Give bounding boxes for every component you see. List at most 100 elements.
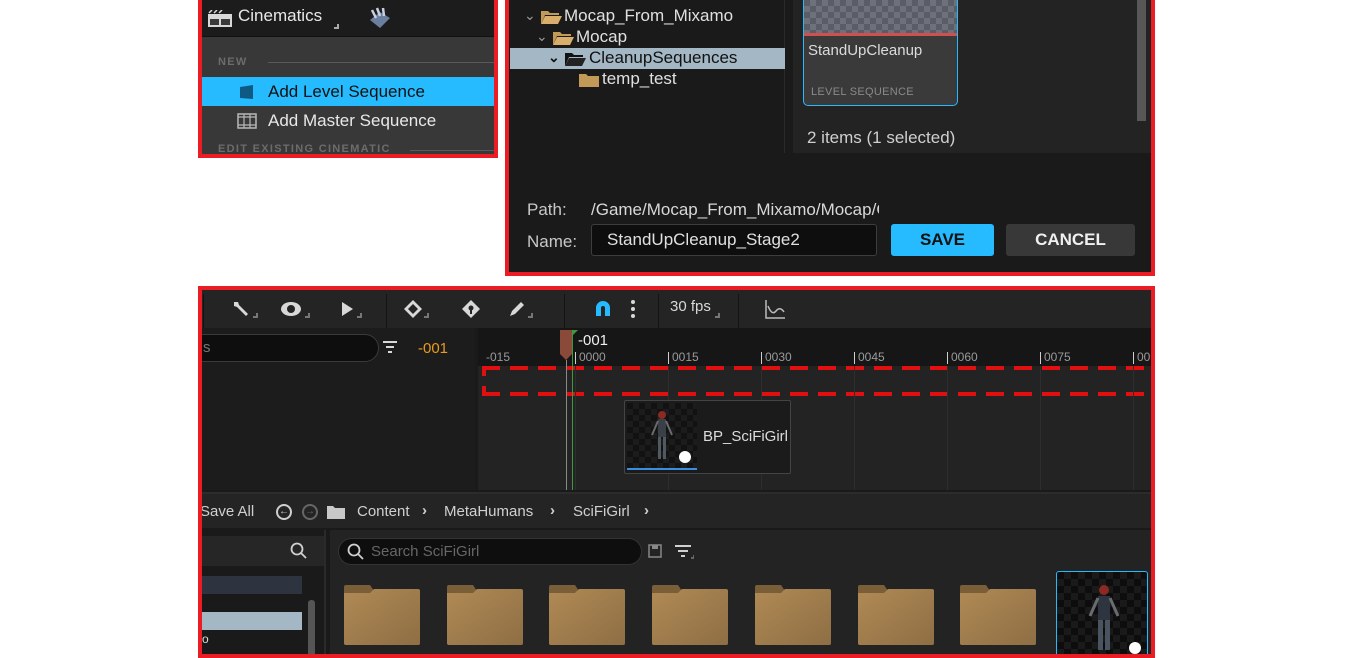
- folder-tile-icon[interactable]: [342, 585, 420, 645]
- scrollbar[interactable]: [308, 600, 315, 654]
- folder-tile-icon[interactable]: [650, 585, 729, 645]
- save-button[interactable]: SAVE: [891, 224, 994, 256]
- ruler-tick-mark: [761, 352, 762, 364]
- menu-item-add-level-sequence[interactable]: Add Level Sequence: [202, 77, 494, 106]
- timeline-gridline: [575, 366, 576, 490]
- source-tree-item-selected[interactable]: [202, 612, 302, 630]
- breadcrumb-chevron-icon[interactable]: ›: [644, 502, 649, 519]
- source-tree-item[interactable]: o: [202, 632, 209, 646]
- eye-icon[interactable]: [280, 298, 302, 320]
- asset-search-input[interactable]: Search SciFiGirl: [338, 538, 642, 565]
- scrollbar[interactable]: [1137, 0, 1146, 121]
- source-tree-item[interactable]: [202, 576, 302, 594]
- folder-open-icon: [553, 32, 574, 45]
- dropdown-corner-icon: [357, 313, 362, 318]
- folder-icon: [327, 506, 345, 519]
- sources-search-input[interactable]: [202, 536, 324, 566]
- search-icon: [347, 543, 364, 560]
- chevron-down-icon[interactable]: ⌄: [524, 7, 536, 24]
- dropdown-corner-icon: [253, 313, 258, 318]
- section-header-edit-existing: EDIT EXISTING CINEMATIC: [218, 143, 391, 155]
- more-options-icon[interactable]: [622, 298, 644, 320]
- ruler-tick-mark: [575, 352, 576, 364]
- breadcrumb-metahumans[interactable]: MetaHumans: [444, 503, 533, 520]
- dropdown-corner-icon: [424, 313, 429, 318]
- content-browser-sources: o: [202, 530, 326, 654]
- ruler-tick-label: 0045: [858, 350, 885, 364]
- breadcrumb-scifigirl[interactable]: SciFiGirl: [573, 503, 630, 520]
- folder-tile-icon[interactable]: [753, 585, 831, 645]
- breadcrumb-chevron-icon[interactable]: ›: [550, 502, 555, 519]
- cinematics-menu-panel: Cinematics NEW Add Level Sequence Add Ma…: [198, 0, 498, 158]
- folder-icon: [579, 74, 599, 87]
- divider: [203, 294, 204, 328]
- tree-item-mocap-from-mixamo[interactable]: ⌄ Mocap_From_Mixamo: [510, 6, 785, 27]
- pencil-icon[interactable]: [506, 298, 528, 320]
- save-search-icon[interactable]: [648, 544, 662, 558]
- playhead-handle[interactable]: [560, 330, 572, 360]
- frame-rate-dropdown[interactable]: 30 fps: [670, 298, 711, 315]
- asset-type-color-bar: [804, 33, 957, 36]
- cinematics-clapper-icon: [208, 10, 232, 27]
- track-outliner: s -001: [202, 328, 475, 490]
- wrench-icon[interactable]: [230, 298, 252, 320]
- dropdown-corner-icon: [715, 313, 720, 318]
- content-browser-assets: Search SciFiGirl: [330, 530, 1151, 654]
- breadcrumb-chevron-icon[interactable]: ›: [422, 502, 427, 519]
- folder-tile-icon[interactable]: [547, 585, 626, 645]
- folder-tile-icon[interactable]: [856, 585, 934, 645]
- sequencer-toolbar: 30 fps: [202, 290, 1151, 328]
- ruler-tick-mark: [947, 352, 948, 364]
- timeline-gridline: [947, 366, 948, 490]
- play-icon[interactable]: [336, 298, 358, 320]
- magnet-icon[interactable]: [592, 298, 614, 320]
- folder-tile-icon[interactable]: [958, 585, 1037, 645]
- name-label: Name:: [527, 232, 578, 251]
- asset-tile-standupcleanup[interactable]: StandUpCleanup LEVEL SEQUENCE: [803, 0, 958, 106]
- ruler-tick-mark: [1040, 352, 1041, 364]
- actor-thumbnail: [627, 403, 697, 469]
- divider: [268, 62, 494, 63]
- selection-marquee-left: [482, 366, 486, 396]
- cancel-button[interactable]: CANCEL: [1006, 224, 1135, 256]
- key-diamond-icon[interactable]: [402, 298, 424, 320]
- asset-thumbnail: [804, 0, 957, 33]
- divider: [410, 150, 494, 151]
- character-figure-icon: [1088, 585, 1120, 650]
- asset-name-input[interactable]: StandUpCleanup_Stage2: [591, 224, 877, 256]
- asset-tile-scifigirl[interactable]: [1056, 571, 1148, 654]
- ruler-tick-mark: [668, 352, 669, 364]
- asset-view: StandUpCleanup LEVEL SEQUENCE 2 items (1…: [793, 0, 1151, 153]
- save-all-button[interactable]: Save All: [202, 503, 254, 520]
- forward-arrow-icon[interactable]: →: [302, 504, 318, 520]
- folder-tile-icon[interactable]: [445, 585, 523, 645]
- folder-open-icon: [565, 53, 586, 66]
- divider: [658, 294, 659, 328]
- filter-icon[interactable]: [382, 340, 398, 354]
- level-sequence-icon: [240, 85, 253, 99]
- tree-item-temp-test[interactable]: temp_test: [510, 69, 785, 90]
- actor-track-bp-scifigirl[interactable]: BP_SciFiGirl: [624, 400, 791, 474]
- current-frame-display[interactable]: -001: [418, 340, 448, 357]
- dropdown-corner-icon: [528, 313, 533, 318]
- path-label: Path:: [527, 200, 567, 219]
- sequencer-icon[interactable]: [366, 6, 392, 30]
- filter-icon[interactable]: [674, 544, 694, 560]
- tree-item-mocap[interactable]: ⌄ Mocap: [510, 27, 785, 48]
- track-search-input[interactable]: s: [202, 334, 379, 362]
- timeline-gridline: [854, 366, 855, 490]
- back-arrow-icon[interactable]: ←: [276, 504, 292, 520]
- key-lock-icon[interactable]: [460, 298, 482, 320]
- chevron-down-icon[interactable]: ⌄: [548, 49, 560, 66]
- curve-editor-icon[interactable]: [764, 298, 786, 320]
- chevron-down-icon[interactable]: ⌄: [536, 28, 548, 45]
- breadcrumb-content[interactable]: Content: [357, 503, 410, 520]
- menu-item-add-master-sequence[interactable]: Add Master Sequence: [202, 106, 494, 135]
- playhead-frame-label: -001: [578, 332, 609, 349]
- cinematics-menu-button[interactable]: Cinematics: [238, 6, 322, 26]
- dropdown-corner-icon: [305, 313, 310, 318]
- asset-indicator-icon: [1129, 642, 1141, 654]
- divider: [386, 294, 387, 328]
- tree-item-cleanup-sequences[interactable]: ⌄ CleanupSequences: [510, 48, 785, 69]
- actor-underline: [627, 468, 697, 470]
